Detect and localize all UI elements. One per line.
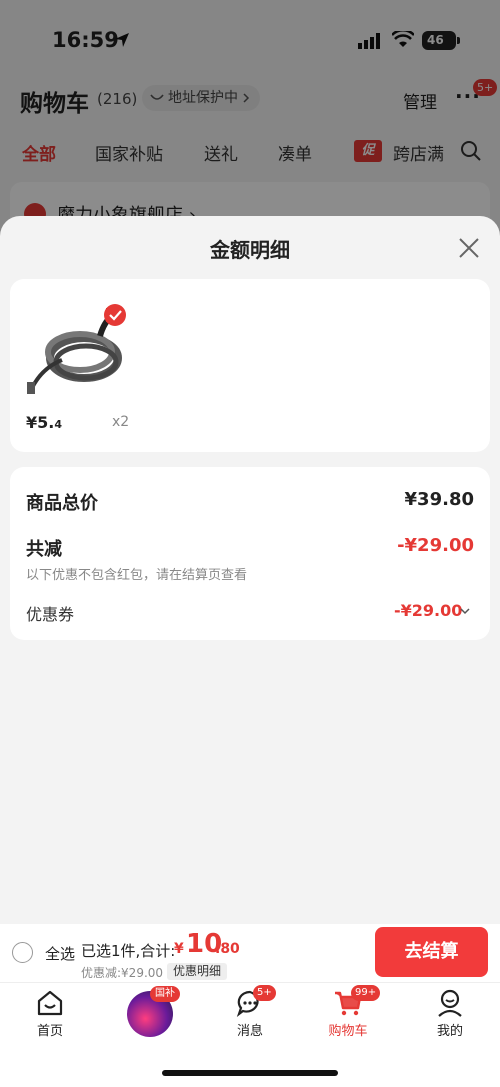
total-currency: ¥ (174, 941, 184, 957)
nav-mine-label: 我的 (436, 1024, 463, 1039)
product-price: ¥5.4 (26, 413, 62, 432)
discount-amount: 优惠减:¥29.00 (81, 966, 164, 980)
product-price-int: ¥5. (26, 413, 55, 432)
cart-badge: 99+ (351, 985, 381, 1001)
discount-note: 以下优惠不包含红包，请在结算页查看 (26, 568, 248, 583)
product-quantity: x2 (112, 414, 130, 430)
discount-detail-button[interactable]: 优惠明细 (167, 963, 228, 980)
coupon-label: 优惠券 (26, 605, 75, 624)
messages-badge: 5+ (253, 985, 276, 1001)
nav-messages[interactable]: 消息 5+ (220, 985, 280, 1039)
product-image[interactable] (22, 298, 132, 396)
reduce-label: 共减 (26, 539, 62, 560)
sheet-title: 金额明细 (210, 238, 290, 262)
nav-mine[interactable]: 我的 (420, 988, 480, 1039)
select-all-radio[interactable] (12, 942, 33, 963)
nav-cart[interactable]: 购物车 99+ (318, 985, 381, 1039)
modal-overlay[interactable] (0, 0, 500, 240)
checkout-button[interactable]: 去结算 (375, 927, 488, 977)
home-icon (37, 990, 63, 1016)
national-subsidy-badge: 国补 (150, 986, 180, 1002)
home-indicator (162, 1070, 338, 1076)
total-decimal: .80 (215, 941, 240, 957)
nav-home-label: 首页 (36, 1024, 63, 1039)
nav-cart-label: 购物车 (328, 1024, 368, 1039)
coupon-value[interactable]: -¥29.00 (394, 601, 462, 620)
reduce-value: -¥29.00 (397, 535, 474, 556)
selected-summary: 已选1件,合计: (81, 942, 176, 960)
nav-home[interactable]: 首页 (20, 988, 80, 1039)
chevron-down-icon[interactable] (459, 606, 471, 616)
profile-icon (438, 989, 462, 1017)
goods-total-label: 商品总价 (26, 493, 98, 514)
close-icon[interactable] (456, 235, 482, 261)
goods-total-value: ¥39.80 (404, 489, 474, 510)
nav-messages-label: 消息 (236, 1024, 263, 1039)
product-price-dec: 4 (54, 418, 62, 431)
select-all-label[interactable]: 全选 (45, 943, 75, 964)
